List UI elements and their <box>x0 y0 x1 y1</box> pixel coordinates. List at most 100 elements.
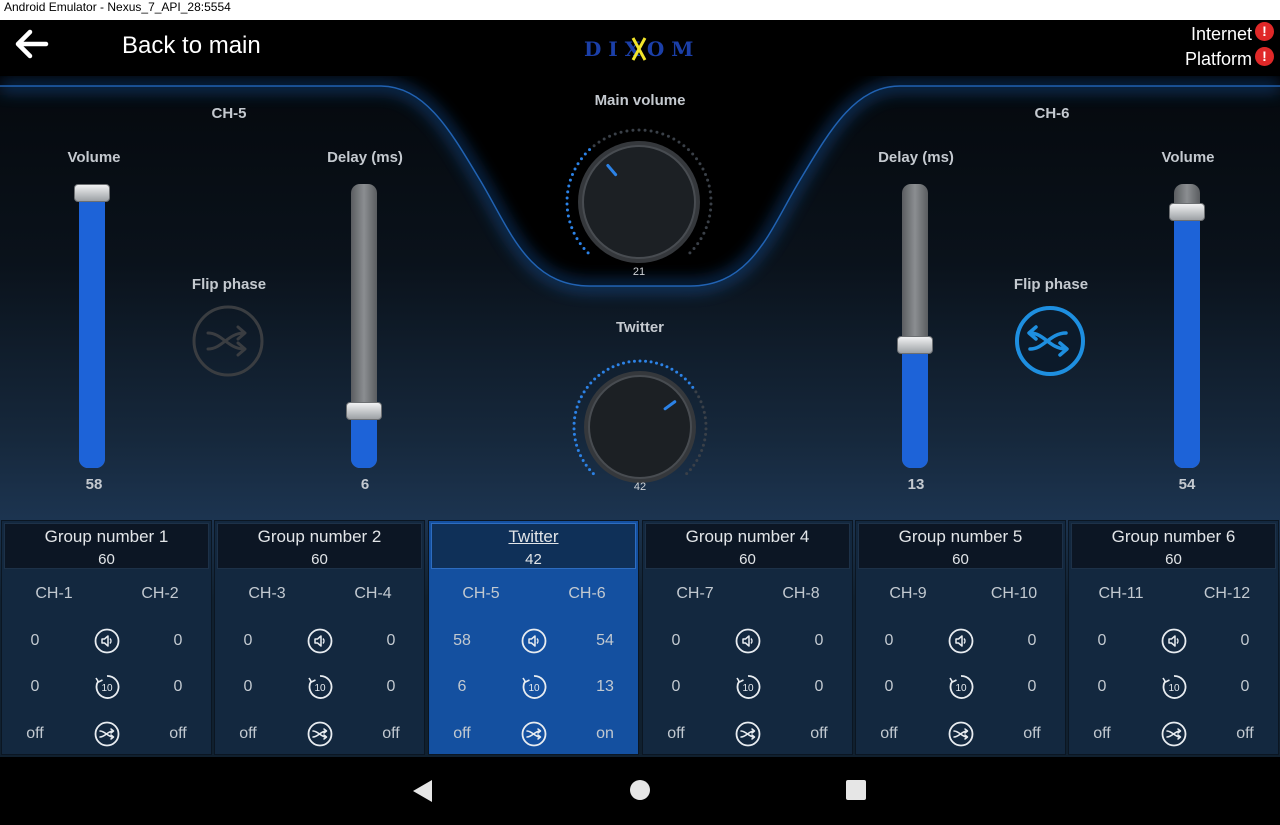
nav-back-icon[interactable] <box>410 778 434 804</box>
knob-scale-dot <box>597 373 601 377</box>
knob-scale-dot <box>573 167 577 171</box>
knob-scale-dot <box>682 144 686 148</box>
knob-scale-dot <box>584 463 588 467</box>
shuffle-icon[interactable] <box>521 721 547 747</box>
main-volume-value: 21 <box>632 266 646 278</box>
left-delay-thumb[interactable] <box>346 402 382 421</box>
group-name: Twitter <box>508 527 559 546</box>
group-channel-a: CH-11 <box>1098 585 1144 602</box>
delay-10-icon[interactable]: 10 <box>94 674 120 700</box>
group-volume-a: 58 <box>453 632 471 649</box>
group-phase-a: off <box>239 725 257 742</box>
speaker-icon[interactable] <box>735 628 761 654</box>
group-volume-b: 0 <box>1240 632 1250 649</box>
knob-scale-dot <box>707 184 711 188</box>
group-panel[interactable]: Group number 2 60 CH-3 CH-4 0 0 0 10 0 off off <box>214 520 425 755</box>
shuffle-icon[interactable] <box>307 721 333 747</box>
speaker-icon[interactable] <box>948 628 974 654</box>
knob-scale-dot <box>703 416 707 420</box>
knob-scale-dot <box>698 162 702 166</box>
knob-scale-dot <box>579 395 583 399</box>
right-volume-thumb[interactable] <box>1169 203 1205 222</box>
back-arrow-icon[interactable] <box>14 28 50 60</box>
main-volume-knob[interactable] <box>563 126 715 278</box>
speaker-icon[interactable] <box>307 628 333 654</box>
group-panel[interactable]: Group number 6 60 CH-11 CH-12 0 0 0 10 0 off off <box>1068 520 1279 755</box>
knob-scale-dot <box>608 134 612 138</box>
twitter-knob[interactable] <box>570 357 710 497</box>
knob-scale-dot <box>577 400 581 404</box>
knob-scale-dot <box>602 137 606 141</box>
left-volume-slider[interactable] <box>79 184 105 468</box>
platform-warning-icon[interactable]: ! <box>1255 47 1274 66</box>
delay-10-icon[interactable]: 10 <box>521 674 547 700</box>
shuffle-icon[interactable] <box>94 721 120 747</box>
nav-home-icon[interactable] <box>628 778 652 802</box>
speaker-icon[interactable] <box>1161 628 1187 654</box>
group-name: Group number 4 <box>685 527 810 546</box>
knob-scale-dot <box>697 454 701 458</box>
group-phase-b: off <box>1023 725 1041 742</box>
svg-text:10: 10 <box>101 683 113 694</box>
delay-10-icon[interactable]: 10 <box>948 674 974 700</box>
svg-text:10: 10 <box>528 683 540 694</box>
knob-scale-dot <box>579 157 583 161</box>
left-delay-value: 6 <box>360 476 370 493</box>
speaker-icon[interactable] <box>94 628 120 654</box>
svg-text:10: 10 <box>742 683 754 694</box>
group-panel[interactable]: Group number 1 60 CH-1 CH-2 0 0 0 10 0 off off <box>1 520 212 755</box>
knob-scale-dot <box>611 365 615 369</box>
knob-scale-dot <box>637 128 641 132</box>
internet-warning-icon[interactable]: ! <box>1255 22 1274 41</box>
back-to-main-button[interactable]: Back to main <box>122 32 261 60</box>
right-delay-value: 13 <box>907 476 925 493</box>
left-volume-thumb[interactable] <box>74 184 110 203</box>
group-delay-b: 0 <box>814 678 824 695</box>
group-panel[interactable]: Group number 4 60 CH-7 CH-8 0 0 0 10 0 off off <box>642 520 853 755</box>
delay-10-icon[interactable]: 10 <box>735 674 761 700</box>
knob-scale-dot <box>695 459 699 463</box>
knob-scale-dot <box>572 432 576 436</box>
left-delay-slider[interactable] <box>351 184 377 468</box>
group-channel-b: CH-4 <box>354 585 392 602</box>
knob-scale-dot <box>570 172 574 176</box>
knob-scale-dot <box>687 381 691 385</box>
knob-scale-dot <box>566 214 570 218</box>
group-header[interactable]: Twitter 42 <box>431 523 636 569</box>
group-value: 60 <box>952 551 969 568</box>
speaker-icon[interactable] <box>521 628 547 654</box>
group-delay-b: 13 <box>596 678 614 695</box>
knob-scale-dot <box>709 208 713 212</box>
knob-scale-dot <box>573 416 577 420</box>
group-panel[interactable]: Group number 5 60 CH-9 CH-10 0 0 0 10 0 off off <box>855 520 1066 755</box>
delay-10-icon[interactable]: 10 <box>1161 674 1187 700</box>
group-header[interactable]: Group number 6 60 <box>1071 523 1276 569</box>
right-volume-slider[interactable] <box>1174 184 1200 468</box>
knob-scale-dot <box>582 246 586 250</box>
group-header[interactable]: Group number 5 60 <box>858 523 1063 569</box>
group-panel[interactable]: Twitter 42 CH-5 CH-6 58 54 6 10 13 off on <box>428 520 639 755</box>
right-flip-phase-shuffle-icon[interactable] <box>1014 305 1086 377</box>
knob-scale-dot <box>588 468 592 472</box>
knob-scale-dot <box>702 231 706 235</box>
right-delay-slider[interactable] <box>902 184 928 468</box>
knob-scale-dot <box>649 360 653 364</box>
knob-scale-dot <box>654 361 658 365</box>
nav-recents-icon[interactable] <box>845 779 867 801</box>
left-flip-phase-shuffle-icon[interactable] <box>192 305 264 377</box>
shuffle-icon[interactable] <box>735 721 761 747</box>
right-phase-label: Flip phase <box>1013 276 1089 293</box>
shuffle-icon[interactable] <box>948 721 974 747</box>
group-delay-b: 0 <box>1240 678 1250 695</box>
delay-10-icon[interactable]: 10 <box>307 674 333 700</box>
shuffle-icon[interactable] <box>1161 721 1187 747</box>
group-header[interactable]: Group number 4 60 <box>645 523 850 569</box>
right-delay-thumb[interactable] <box>897 335 933 354</box>
knob-scale-dot <box>632 359 636 363</box>
group-header[interactable]: Group number 2 60 <box>217 523 422 569</box>
group-value: 60 <box>1165 551 1182 568</box>
left-channel-title: CH-5 <box>211 105 247 122</box>
knob-scale-dot <box>677 140 681 144</box>
knob-scale-dot <box>583 152 587 156</box>
group-header[interactable]: Group number 1 60 <box>4 523 209 569</box>
